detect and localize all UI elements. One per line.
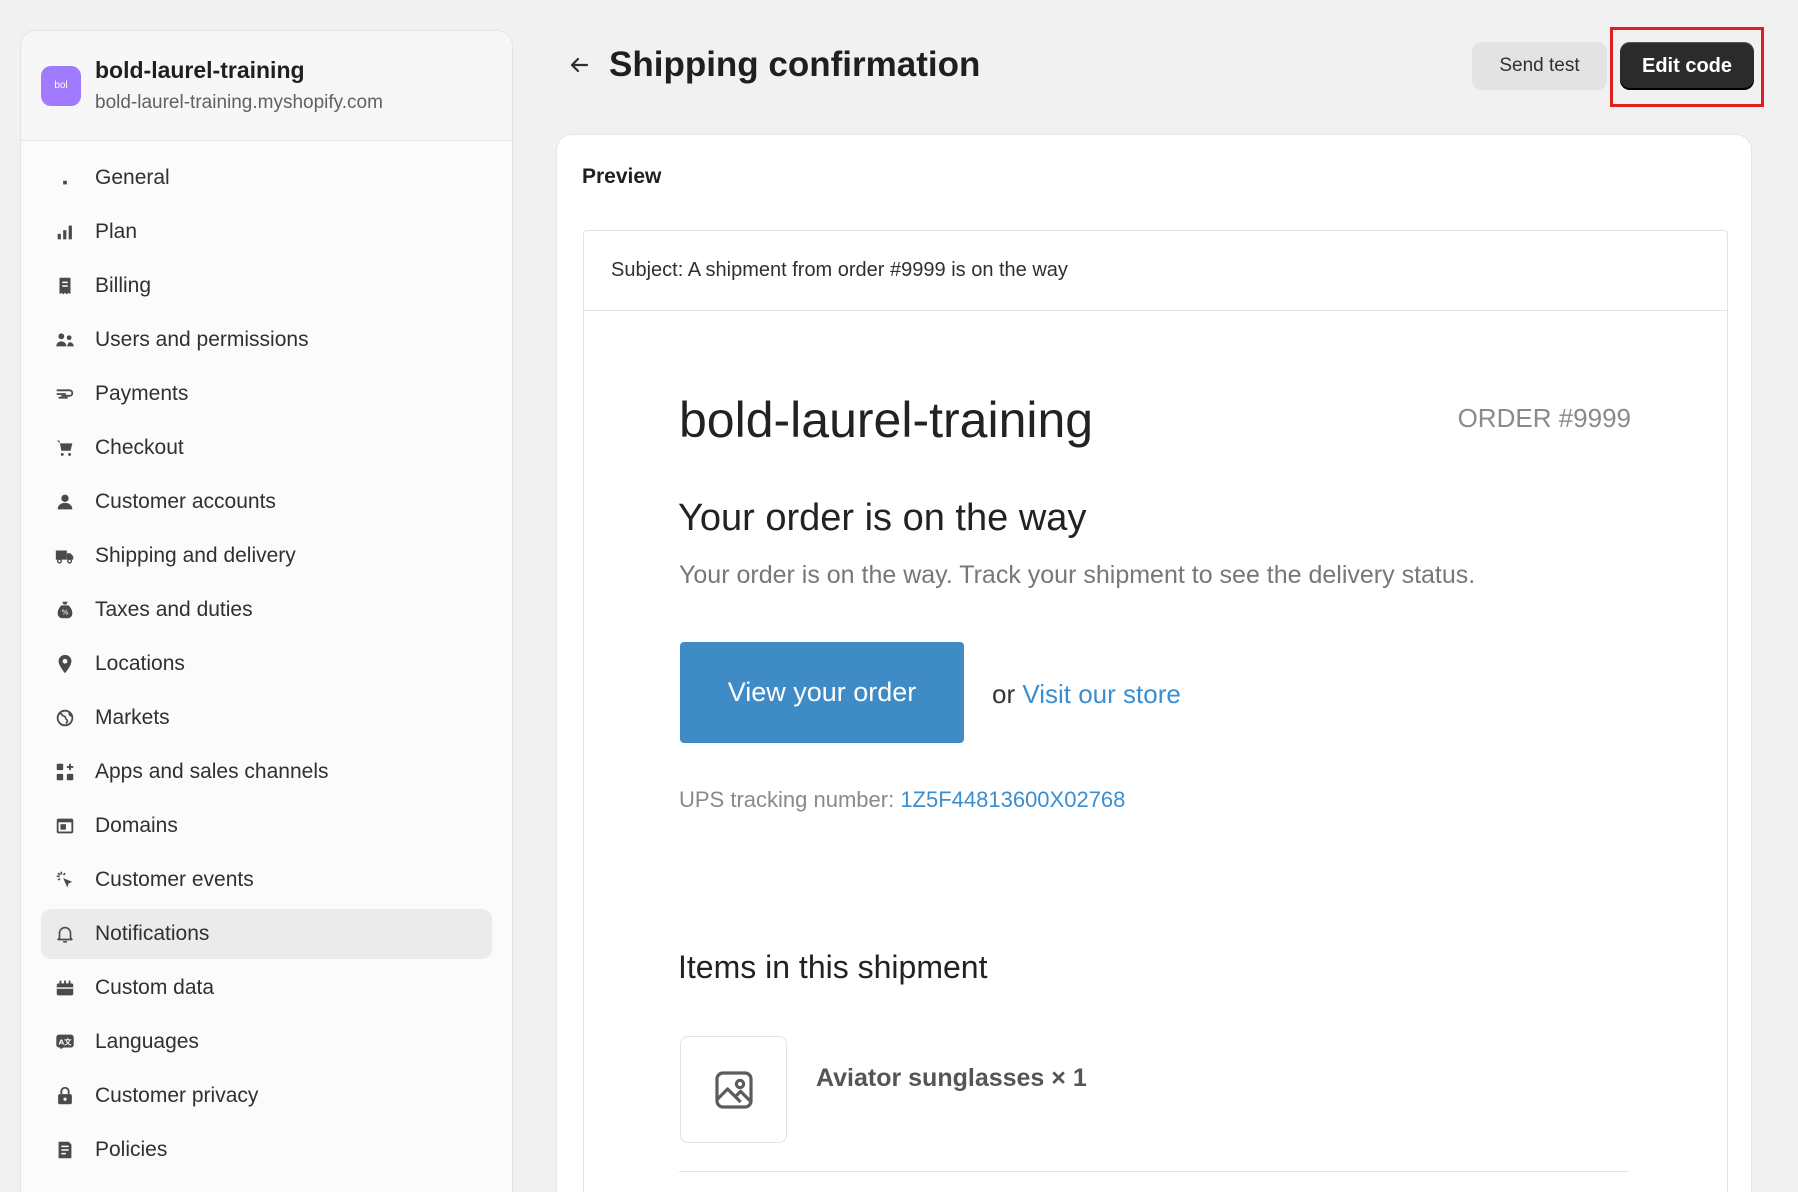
sidebar-item-label: Languages [95, 1030, 199, 1053]
cursor-click-icon [53, 868, 77, 892]
payments-icon [53, 382, 77, 406]
sidebar-item-users-and-permissions[interactable]: Users and permissions [41, 315, 492, 365]
highlight-annotation [1610, 27, 1764, 107]
sidebar-item-label: Checkout [95, 436, 184, 459]
receipt-icon [53, 274, 77, 298]
store-domain: bold-laurel-training.myshopify.com [95, 92, 383, 113]
sidebar-item-domains[interactable]: Domains [41, 801, 492, 851]
sidebar-item-label: Customer accounts [95, 490, 276, 513]
policy-icon [53, 1138, 77, 1162]
sidebar-item-apps-and-sales-channels[interactable]: Apps and sales channels [41, 747, 492, 797]
sidebar-item-label: Users and permissions [95, 328, 309, 351]
tracking-label: UPS tracking number: [679, 787, 901, 812]
item-thumbnail [680, 1036, 787, 1143]
sidebar-item-general[interactable]: General [41, 153, 492, 203]
items-title: Items in this shipment [678, 949, 988, 985]
store-name: bold-laurel-training [95, 57, 305, 83]
email-shop-name: bold-laurel-training [679, 392, 1094, 448]
sidebar-item-label: Customer privacy [95, 1084, 259, 1107]
settings-nav: General Plan Billing Users and permissions P… [21, 141, 512, 1175]
location-pin-icon [53, 652, 77, 676]
divider [679, 1171, 1629, 1172]
apps-icon [53, 760, 77, 784]
sidebar-item-billing[interactable]: Billing [41, 261, 492, 311]
svg-text:%: % [62, 608, 69, 617]
preview-label: Preview [582, 165, 662, 188]
sidebar-item-label: Taxes and duties [95, 598, 253, 621]
view-order-button[interactable]: View your order [680, 642, 964, 743]
sidebar-item-label: Apps and sales channels [95, 760, 329, 783]
store-icon [53, 166, 77, 190]
or-text: or [992, 679, 1023, 709]
arrow-left-icon [570, 57, 589, 73]
tracking-number-link[interactable]: 1Z5F44813600X02768 [900, 787, 1125, 812]
cart-icon [53, 436, 77, 460]
domain-icon [53, 814, 77, 838]
email-headline: Your order is on the way [678, 497, 1087, 539]
sidebar-item-shipping-and-delivery[interactable]: Shipping and delivery [41, 531, 492, 581]
email-preview-frame: Subject: A shipment from order #9999 is … [583, 230, 1728, 1192]
send-test-button[interactable]: Send test [1472, 42, 1607, 90]
sidebar-item-notifications[interactable]: Notifications [41, 909, 492, 959]
sidebar-item-label: Shipping and delivery [95, 544, 296, 567]
sidebar-item-label: Markets [95, 706, 170, 729]
custom-data-icon [53, 976, 77, 1000]
page-title: Shipping confirmation [609, 45, 981, 84]
sidebar-item-label: General [95, 166, 170, 189]
person-icon [53, 490, 77, 514]
store-avatar: bol [41, 65, 81, 106]
sidebar-item-customer-privacy[interactable]: Customer privacy [41, 1071, 492, 1121]
visit-store-link[interactable]: Visit our store [1022, 679, 1180, 709]
language-icon: A文 [53, 1030, 77, 1054]
globe-icon [53, 706, 77, 730]
sidebar-item-label: Policies [95, 1138, 168, 1161]
item-name: Aviator sunglasses × 1 [816, 1064, 1087, 1092]
users-icon [53, 328, 77, 352]
preview-card: Preview Subject: A shipment from order #… [556, 134, 1752, 1192]
visit-store-line: or Visit our store [992, 679, 1181, 710]
image-placeholder-icon [714, 1070, 753, 1109]
sidebar-item-label: Domains [95, 814, 178, 837]
sidebar-item-custom-data[interactable]: Custom data [41, 963, 492, 1013]
sidebar-item-languages[interactable]: A文 Languages [41, 1017, 492, 1067]
sidebar-item-plan[interactable]: Plan [41, 207, 492, 257]
sidebar-item-customer-events[interactable]: Customer events [41, 855, 492, 905]
sidebar-item-taxes-and-duties[interactable]: % Taxes and duties [41, 585, 492, 635]
sidebar-item-markets[interactable]: Markets [41, 693, 492, 743]
sidebar-item-checkout[interactable]: Checkout [41, 423, 492, 473]
settings-sidebar: bol bold-laurel-training bold-laurel-tra… [20, 30, 513, 1192]
sidebar-item-label: Locations [95, 652, 185, 675]
sidebar-item-label: Notifications [95, 922, 210, 945]
bell-icon [53, 922, 77, 946]
sidebar-item-label: Plan [95, 220, 138, 243]
back-button[interactable] [562, 48, 596, 82]
sidebar-item-label: Billing [95, 274, 152, 297]
email-subtext: Your order is on the way. Track your shi… [679, 561, 1476, 589]
lock-icon [53, 1084, 77, 1108]
plan-icon [53, 220, 77, 244]
sidebar-item-label: Customer events [95, 868, 254, 891]
svg-text:A文: A文 [59, 1037, 73, 1046]
email-order-number: ORDER #9999 [1457, 403, 1631, 433]
store-header[interactable]: bol bold-laurel-training bold-laurel-tra… [21, 31, 512, 141]
sidebar-item-label: Payments [95, 382, 189, 405]
email-subject: Subject: A shipment from order #9999 is … [584, 231, 1727, 311]
tracking-line: UPS tracking number: 1Z5F44813600X02768 [679, 787, 1125, 813]
sidebar-item-locations[interactable]: Locations [41, 639, 492, 689]
tax-icon: % [53, 598, 77, 622]
sidebar-item-label: Custom data [95, 976, 215, 999]
sidebar-item-customer-accounts[interactable]: Customer accounts [41, 477, 492, 527]
sidebar-item-policies[interactable]: Policies [41, 1125, 492, 1175]
truck-icon [53, 544, 77, 568]
sidebar-item-payments[interactable]: Payments [41, 369, 492, 419]
